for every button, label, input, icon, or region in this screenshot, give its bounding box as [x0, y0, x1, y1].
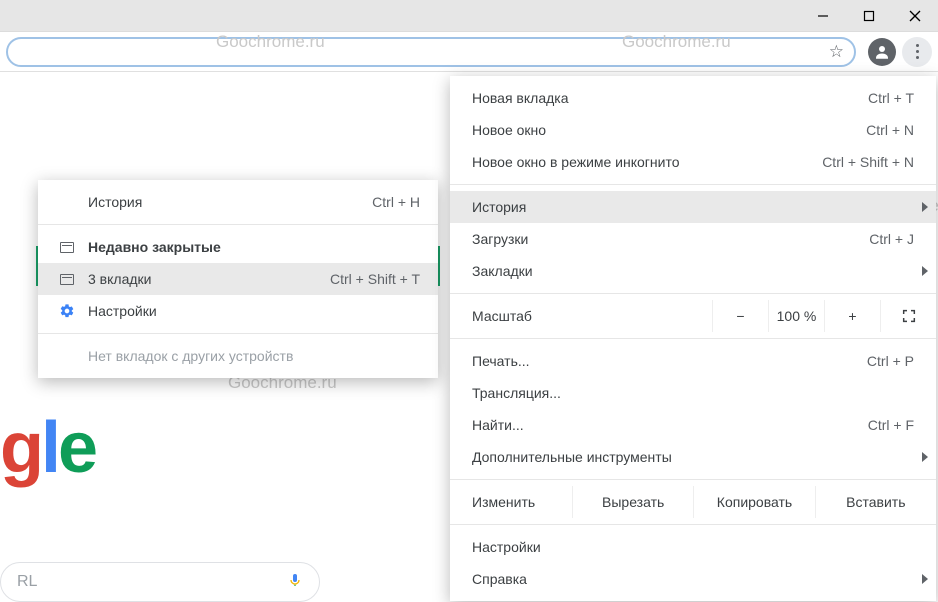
menu-zoom-row: Масштаб − 100 % + [450, 300, 936, 332]
menu-new-window-shortcut: Ctrl + N [866, 122, 914, 138]
history-submenu: История Ctrl + H Недавно закрытые 3 вкла… [38, 180, 438, 378]
fullscreen-button[interactable] [880, 300, 936, 332]
submenu-no-other-devices: Нет вкладок с других устройств [38, 340, 438, 372]
submenu-arrow-icon [922, 452, 928, 462]
submenu-history-shortcut: Ctrl + H [372, 194, 420, 210]
submenu-restore-tabs[interactable]: 3 вкладки Ctrl + Shift + T [38, 263, 438, 295]
search-placeholder: RL [17, 573, 37, 591]
menu-history-label: История [472, 199, 914, 215]
separator [450, 479, 936, 480]
menu-settings-label: Настройки [472, 539, 914, 555]
separator [450, 338, 936, 339]
separator [450, 293, 936, 294]
submenu-arrow-icon [922, 574, 928, 584]
edit-copy-button[interactable]: Копировать [693, 486, 814, 518]
submenu-settings[interactable]: Настройки [38, 295, 438, 327]
menu-find-label: Найти... [472, 417, 868, 433]
voice-search-icon[interactable] [287, 569, 303, 596]
menu-downloads[interactable]: Загрузки Ctrl + J [450, 223, 936, 255]
tabs-icon [56, 242, 78, 253]
menu-new-window[interactable]: Новое окно Ctrl + N [450, 114, 936, 146]
menu-zoom-label: Масштаб [472, 308, 712, 324]
main-menu-button[interactable] [902, 37, 932, 67]
menu-downloads-label: Загрузки [472, 231, 869, 247]
profile-avatar-button[interactable] [868, 38, 896, 66]
separator [450, 184, 936, 185]
separator [38, 224, 438, 225]
submenu-settings-label: Настройки [88, 303, 420, 319]
submenu-no-other-label: Нет вкладок с других устройств [88, 348, 293, 364]
submenu-recent-header: Недавно закрытые [38, 231, 438, 263]
menu-cast-label: Трансляция... [472, 385, 914, 401]
menu-edit-row: Изменить Вырезать Копировать Вставить [450, 486, 936, 518]
zoom-value: 100 % [768, 300, 824, 332]
submenu-history[interactable]: История Ctrl + H [38, 186, 438, 218]
menu-cast[interactable]: Трансляция... [450, 377, 936, 409]
menu-history[interactable]: История [450, 191, 936, 223]
window-close-button[interactable] [892, 0, 938, 32]
submenu-restore-label: 3 вкладки [88, 271, 330, 287]
zoom-out-button[interactable]: − [712, 300, 768, 332]
edit-paste-button[interactable]: Вставить [815, 486, 936, 518]
menu-help[interactable]: Справка [450, 563, 936, 595]
menu-more-tools-label: Дополнительные инструменты [472, 449, 914, 465]
menu-downloads-shortcut: Ctrl + J [869, 231, 914, 247]
menu-print-label: Печать... [472, 353, 867, 369]
window-maximize-button[interactable] [846, 0, 892, 32]
menu-find-shortcut: Ctrl + F [868, 417, 914, 433]
separator [38, 333, 438, 334]
menu-help-label: Справка [472, 571, 914, 587]
menu-more-tools[interactable]: Дополнительные инструменты [450, 441, 936, 473]
google-logo: gle [0, 407, 95, 489]
google-search-input[interactable]: RL [0, 562, 320, 602]
tabs-icon [56, 274, 78, 285]
menu-new-tab-label: Новая вкладка [472, 90, 868, 106]
menu-edit-label: Изменить [472, 486, 572, 518]
main-menu: Новая вкладка Ctrl + T Новое окно Ctrl +… [450, 76, 936, 601]
zoom-in-button[interactable]: + [824, 300, 880, 332]
submenu-arrow-icon [922, 266, 928, 276]
gear-icon [56, 303, 78, 319]
menu-incognito-shortcut: Ctrl + Shift + N [822, 154, 914, 170]
bookmark-star-icon[interactable]: ☆ [829, 42, 844, 62]
omnibox[interactable]: ☆ [6, 37, 856, 67]
edit-cut-button[interactable]: Вырезать [572, 486, 693, 518]
browser-toolbar: ☆ [0, 32, 938, 72]
menu-new-tab-shortcut: Ctrl + T [868, 90, 914, 106]
menu-new-tab[interactable]: Новая вкладка Ctrl + T [450, 82, 936, 114]
menu-print[interactable]: Печать... Ctrl + P [450, 345, 936, 377]
window-titlebar [0, 0, 938, 32]
submenu-history-label: История [88, 194, 372, 210]
submenu-arrow-icon [922, 202, 928, 212]
menu-new-window-label: Новое окно [472, 122, 866, 138]
menu-bookmarks-label: Закладки [472, 263, 914, 279]
menu-find[interactable]: Найти... Ctrl + F [450, 409, 936, 441]
window-minimize-button[interactable] [800, 0, 846, 32]
separator [450, 524, 936, 525]
menu-bookmarks[interactable]: Закладки [450, 255, 936, 287]
submenu-recent-header-label: Недавно закрытые [88, 239, 420, 255]
submenu-restore-shortcut: Ctrl + Shift + T [330, 271, 420, 287]
menu-incognito[interactable]: Новое окно в режиме инкогнито Ctrl + Shi… [450, 146, 936, 178]
menu-print-shortcut: Ctrl + P [867, 353, 914, 369]
menu-incognito-label: Новое окно в режиме инкогнито [472, 154, 822, 170]
